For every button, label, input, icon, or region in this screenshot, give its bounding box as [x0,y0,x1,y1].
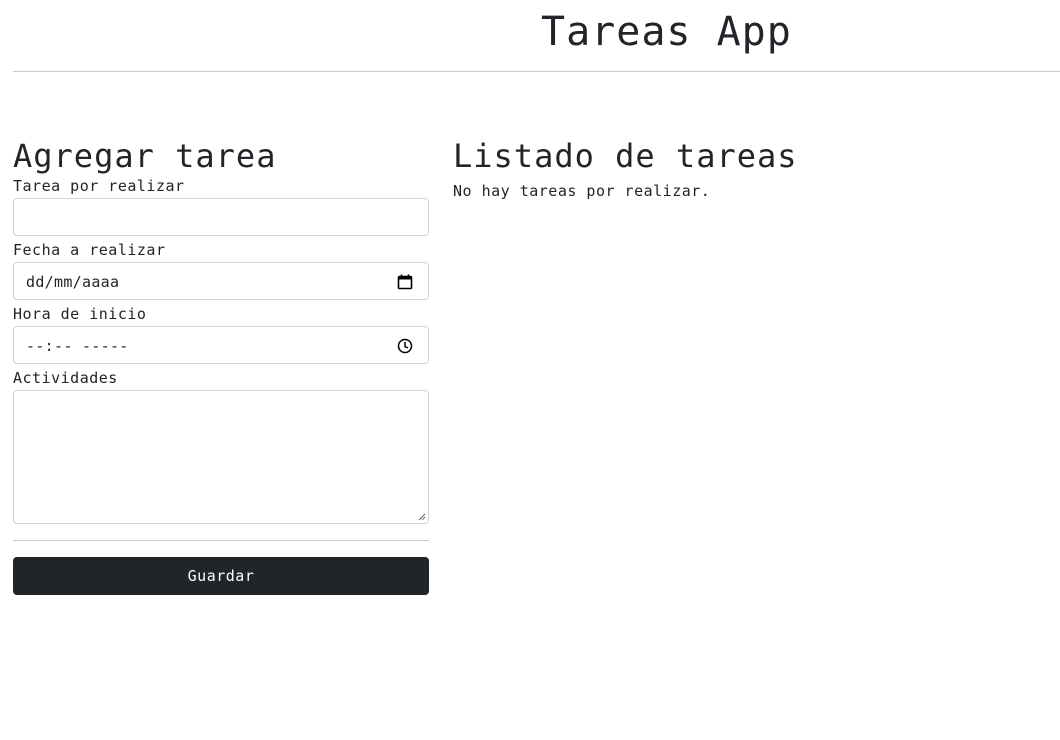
clock-icon[interactable] [397,338,413,354]
time-input[interactable]: --:-- ----- [13,326,429,364]
task-list-section: Listado de tareas No hay tareas por real… [453,136,1033,201]
date-input-value: dd/mm/aaaa [26,273,120,291]
date-input[interactable]: dd/mm/aaaa [13,262,429,300]
app-title: Tareas App [541,9,792,55]
header-divider [13,71,1060,72]
activities-label: Actividades [13,369,118,387]
form-title: Agregar tarea [13,137,277,175]
time-label: Hora de inicio [13,305,147,323]
form-divider [13,540,429,541]
calendar-icon[interactable] [397,274,413,290]
save-button[interactable]: Guardar [13,557,429,595]
activities-textarea[interactable] [13,390,429,524]
time-input-value: --:-- ----- [26,337,129,355]
empty-list-message: No hay tareas por realizar. [453,182,711,200]
task-input[interactable] [13,198,429,236]
task-label: Tarea por realizar [13,177,185,195]
resize-handle-icon[interactable] [418,513,426,521]
add-task-form: Agregar tarea Tarea por realizar Fecha a… [13,136,429,595]
date-label: Fecha a realizar [13,241,166,259]
list-title: Listado de tareas [453,137,798,175]
